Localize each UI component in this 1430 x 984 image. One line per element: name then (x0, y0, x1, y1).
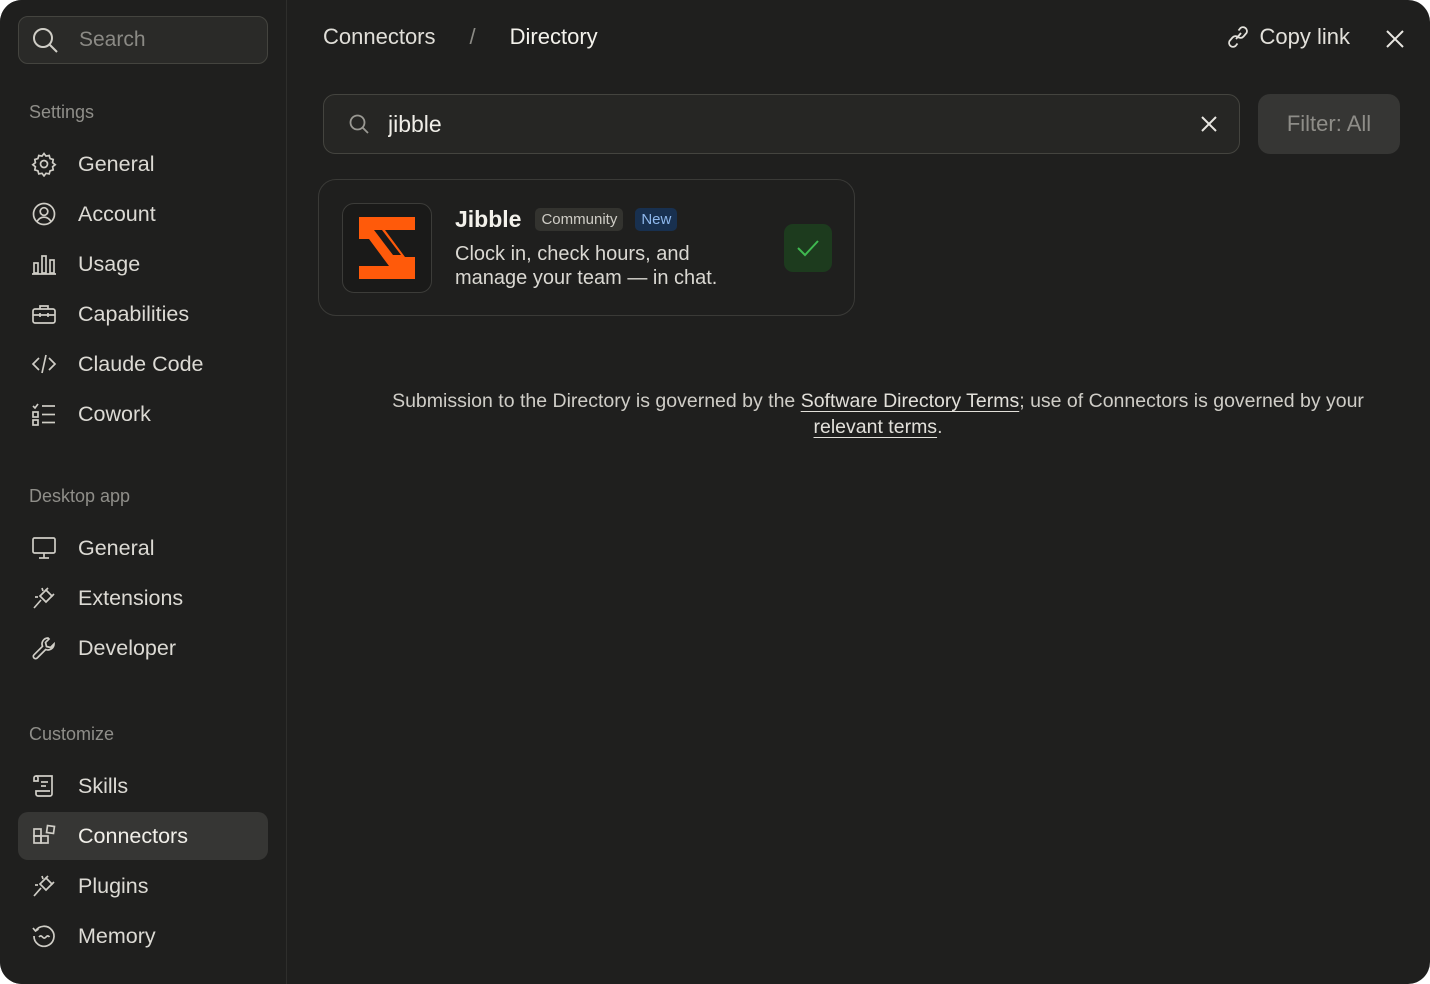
installed-check-button[interactable] (784, 224, 832, 272)
breadcrumb-separator: / (469, 24, 476, 49)
main-panel: Connectors / Directory Copy link Filter:… (287, 0, 1430, 984)
sidebar-item-general[interactable]: General (18, 140, 268, 188)
sidebar-item-label: Claude Code (78, 351, 204, 376)
breadcrumb-connectors-link[interactable]: Connectors (323, 24, 436, 50)
checklist-icon (30, 400, 58, 428)
sidebar-item-cowork[interactable]: Cowork (18, 390, 268, 438)
sidebar-item-extensions[interactable]: Extensions (18, 574, 268, 622)
sidebar-item-connectors[interactable]: Connectors (18, 812, 268, 860)
close-icon[interactable] (1384, 28, 1406, 50)
software-directory-terms-link[interactable]: Software Directory Terms (801, 390, 1020, 412)
search-icon (33, 28, 58, 53)
sidebar-item-label: General (78, 151, 155, 176)
clear-search-icon[interactable] (1199, 114, 1219, 134)
code-icon (30, 350, 58, 378)
check-icon (797, 240, 819, 257)
community-badge: Community (535, 208, 624, 231)
relevant-terms-link[interactable]: relevant terms (814, 416, 938, 438)
new-badge: New (635, 208, 678, 231)
directory-search-input[interactable] (388, 110, 1148, 138)
connectors-icon (30, 822, 58, 850)
sidebar-item-label: Plugins (78, 873, 149, 898)
sidebar-item-account[interactable]: Account (18, 190, 268, 238)
sidebar-item-label: Memory (78, 923, 156, 948)
terms-text-1: Submission to the Directory is governed … (392, 390, 801, 412)
search-icon (349, 114, 369, 134)
user-circle-icon (30, 200, 58, 228)
terms-text-3: . (937, 416, 943, 438)
sidebar-item-skills[interactable]: Skills (18, 762, 268, 810)
connector-title-row: Jibble Community New (455, 206, 678, 233)
sidebar-item-label: General (78, 535, 155, 560)
sidebar-item-label: Extensions (78, 585, 184, 610)
memory-icon (30, 922, 58, 950)
section-label-customize: Customize (29, 724, 115, 744)
wrench-icon (30, 634, 58, 662)
sidebar-search-input[interactable] (79, 28, 249, 52)
sidebar-item-label: Developer (78, 635, 176, 660)
toolbox-icon (30, 300, 58, 328)
sidebar-item-usage[interactable]: Usage (18, 240, 268, 288)
section-label-desktop-app: Desktop app (29, 486, 131, 506)
sidebar: Settings General Account (0, 0, 287, 984)
link-icon (1227, 26, 1248, 48)
sidebar-item-label: Connectors (78, 823, 188, 848)
breadcrumb: Connectors / Directory (323, 24, 598, 50)
sidebar-item-label: Skills (78, 773, 129, 798)
copy-link-button[interactable]: Copy link (1226, 24, 1350, 50)
gear-icon (30, 150, 58, 178)
connector-name: Jibble (455, 206, 522, 232)
sidebar-search[interactable] (18, 16, 268, 64)
sidebar-item-memory[interactable]: Memory (18, 912, 268, 960)
terms-text-2: ; use of Connectors is governed by your (1019, 390, 1364, 412)
breadcrumb-current: Directory (509, 24, 598, 49)
connector-description: Clock in, check hours, and manage your t… (455, 243, 718, 289)
copy-link-label: Copy link (1259, 24, 1350, 49)
scroll-icon (30, 772, 58, 800)
monitor-icon (30, 534, 58, 562)
jibble-logo (342, 203, 432, 293)
sidebar-item-label: Cowork (78, 401, 151, 426)
section-label-settings: Settings (29, 102, 95, 122)
filter-button[interactable]: Filter: All (1258, 94, 1400, 154)
bar-chart-icon (30, 250, 58, 278)
plug-icon (30, 584, 58, 612)
sidebar-item-label: Usage (78, 251, 141, 276)
plug-icon (30, 872, 58, 900)
sidebar-item-claude-code[interactable]: Claude Code (18, 340, 268, 388)
sidebar-item-label: Capabilities (78, 301, 190, 326)
sidebar-item-capabilities[interactable]: Capabilities (18, 290, 268, 338)
connector-card-jibble[interactable]: Jibble Community New Clock in, check hou… (318, 179, 855, 316)
sidebar-item-desktop-general[interactable]: General (18, 524, 268, 572)
sidebar-item-plugins[interactable]: Plugins (18, 862, 268, 910)
sidebar-item-label: Account (78, 201, 156, 226)
sidebar-item-developer[interactable]: Developer (18, 624, 268, 672)
settings-window: Settings General Account (0, 0, 1430, 984)
directory-search[interactable] (323, 94, 1240, 154)
directory-terms-notice: Submission to the Directory is governed … (323, 388, 1430, 440)
